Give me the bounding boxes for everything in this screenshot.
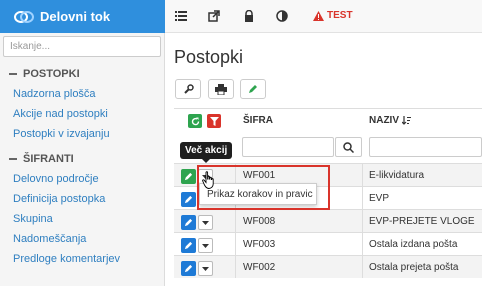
brand-title: Delovni tok (40, 9, 111, 24)
sidebar: Delovni tok POSTOPKI Nadzorna plošča Akc… (0, 0, 165, 286)
contrast-icon[interactable] (274, 9, 290, 23)
lock-icon[interactable] (241, 9, 257, 23)
nav-akcije-nad-postopki[interactable]: Akcije nad postopki (13, 108, 108, 120)
cell-naziv: EVP-PREJETE VLOGE (369, 216, 475, 227)
test-environment-button[interactable]: TEST (313, 10, 353, 21)
table-row[interactable]: WF002 Ostala prejeta pošta (174, 255, 482, 278)
cell-naziv: Ostala prejeta pošta (369, 262, 459, 273)
caret-down-icon (202, 220, 209, 225)
cell-naziv: E-likvidatura (369, 170, 425, 181)
sifra-filter-search-button[interactable] (335, 137, 362, 157)
print-button[interactable] (208, 79, 234, 99)
section-header-postopki: POSTOPKI (9, 68, 80, 80)
brand-bar[interactable]: Delovni tok (0, 0, 165, 33)
nav-definicija-postopka[interactable]: Definicija postopka (13, 193, 105, 205)
column-header-naziv[interactable]: NAZIV (369, 115, 411, 126)
tooltip: Več akcij (180, 142, 233, 163)
cell-sifra: WF002 (243, 262, 276, 273)
pencil-icon (184, 241, 193, 250)
refresh-icon (191, 117, 199, 125)
edit-toolbar-button[interactable] (240, 79, 266, 99)
refresh-button[interactable] (188, 114, 202, 128)
caret-down-icon (202, 243, 209, 248)
list-icon[interactable] (173, 9, 189, 23)
edit-row-button[interactable] (181, 215, 196, 230)
dropdown-item-show-steps[interactable]: Prikaz korakov in pravic (199, 183, 317, 205)
pencil-icon (184, 195, 193, 204)
more-actions-button[interactable] (198, 215, 213, 230)
column-header-sifra[interactable]: ŠIFRA (243, 115, 273, 126)
settings-button[interactable] (175, 79, 201, 99)
logo-icon (14, 11, 34, 23)
filter-button[interactable] (207, 114, 221, 128)
table-row[interactable]: WF003 Ostala izdana pošta (174, 232, 482, 255)
section-header-sifranti: ŠIFRANTI (9, 153, 74, 165)
external-link-icon[interactable] (206, 9, 222, 23)
edit-row-button[interactable] (181, 192, 196, 207)
pencil-icon (184, 172, 193, 181)
edit-row-button[interactable] (181, 238, 196, 253)
more-actions-button[interactable] (198, 238, 213, 253)
cell-sifra: WF008 (243, 216, 276, 227)
pencil-icon (184, 218, 193, 227)
more-actions-button[interactable] (198, 261, 213, 276)
search-input[interactable] (3, 36, 161, 57)
sort-desc-icon (402, 116, 411, 125)
table-row[interactable]: WF008 EVP-PREJETE VLOGE (174, 209, 482, 232)
nav-predloge-komentarjev[interactable]: Predloge komentarjev (13, 253, 120, 265)
cell-sifra: WF003 (243, 239, 276, 250)
pencil-icon (184, 264, 193, 273)
wrench-icon (183, 83, 194, 94)
nav-nadzorna-plosca[interactable]: Nadzorna plošča (13, 88, 96, 100)
nav-skupina[interactable]: Skupina (13, 213, 53, 225)
edit-row-button[interactable] (181, 169, 196, 184)
warning-icon (313, 10, 324, 21)
grid-top-border (174, 108, 482, 109)
cell-naziv: Ostala izdana pošta (369, 239, 458, 250)
page-title: Postopki (174, 47, 244, 67)
sifra-filter-input[interactable] (242, 137, 334, 157)
nav-delovno-podrocje[interactable]: Delovno področje (13, 173, 99, 185)
topbar: TEST (165, 0, 482, 33)
naziv-filter-input[interactable] (369, 137, 482, 157)
nav-nadomescanja[interactable]: Nadomeščanja (13, 233, 86, 245)
filter-icon (209, 116, 219, 126)
print-icon (215, 83, 227, 95)
cell-sifra: WF001 (243, 170, 276, 181)
hand-cursor-icon (202, 171, 214, 189)
search-icon (343, 141, 354, 153)
edit-row-button[interactable] (181, 261, 196, 276)
cell-naziv: EVP (369, 193, 390, 204)
caret-down-icon (202, 266, 209, 271)
pencil-icon (249, 85, 257, 93)
nav-postopki-v-izvajanju[interactable]: Postopki v izvajanju (13, 128, 110, 140)
